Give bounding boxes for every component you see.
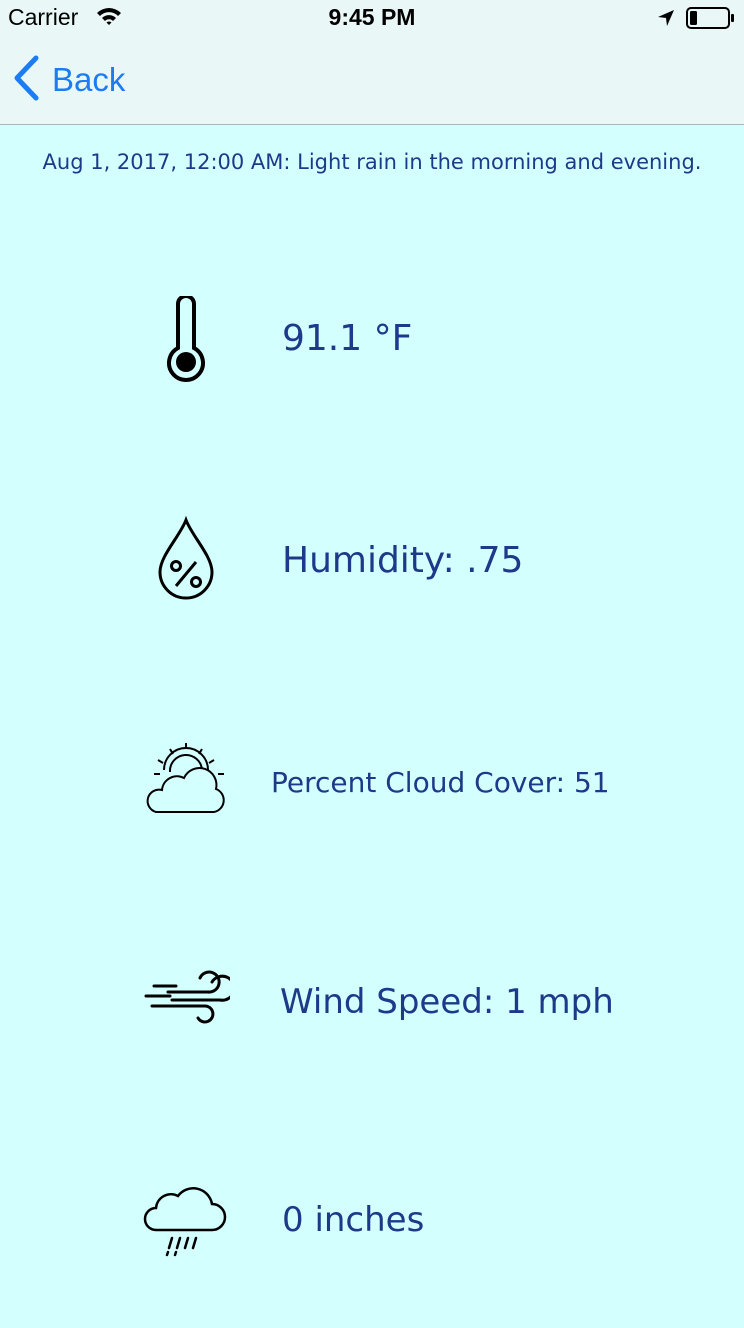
forecast-summary: Aug 1, 2017, 12:00 AM: Light rain in the… [42, 150, 702, 174]
humidity-value: Humidity: .75 [282, 540, 524, 581]
wind-speed-value: Wind Speed: 1 mph [280, 982, 614, 1022]
humidity-drop-icon [156, 515, 216, 608]
partly-cloudy-icon [142, 740, 230, 822]
navigation-bar: Back [0, 36, 744, 125]
battery-icon [686, 7, 736, 34]
chevron-left-icon [12, 55, 40, 105]
location-arrow-icon [656, 8, 676, 33]
clock: 9:45 PM [328, 4, 416, 30]
back-label: Back [52, 61, 126, 98]
thermometer-icon [162, 294, 210, 388]
rain-cloud-icon [142, 1182, 230, 1264]
status-bar: Carrier 9:45 PM [0, 0, 744, 36]
precipitation-value: 0 inches [282, 1200, 425, 1240]
cloud-cover-value: Percent Cloud Cover: 51 [271, 766, 610, 799]
wind-icon [142, 968, 236, 1036]
temperature-value: 91.1 °F [282, 318, 413, 359]
back-button[interactable]: Back [12, 55, 126, 105]
